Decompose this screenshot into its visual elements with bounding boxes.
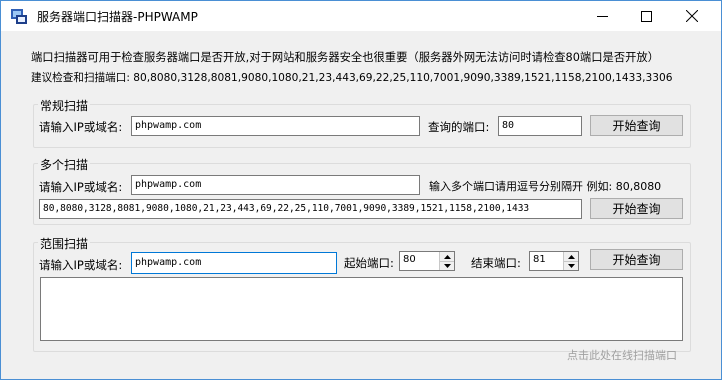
multi-scan-button[interactable]: 开始查询 <box>590 198 683 219</box>
app-window: 服务器端口扫描器-PHPWAMP 端口扫描器可用于检查服务器端口是否开放,对于网… <box>0 0 722 380</box>
end-spin-down[interactable] <box>564 261 578 270</box>
minimize-button[interactable] <box>579 1 625 31</box>
range-start-value: 80 <box>403 254 416 265</box>
spin-up-icon <box>567 254 575 259</box>
spin-up-icon <box>443 254 451 259</box>
intro-line-2: 建议检查和扫描端口: 80,8080,3128,8081,9080,1080,2… <box>31 72 673 84</box>
multi-hint: 输入多个端口请用逗号分别隔开 例如: 80,8080 <box>429 180 662 193</box>
range-host-input[interactable]: phpwamp.com <box>131 252 337 274</box>
range-host-label: 请输入IP或域名: <box>39 258 123 272</box>
single-port-label: 查询的端口: <box>428 120 490 134</box>
range-end-label: 结束端口: <box>471 256 521 270</box>
multi-scan-legend: 多个扫描 <box>38 156 91 173</box>
app-icon <box>11 9 27 24</box>
range-results-area[interactable] <box>40 277 683 341</box>
range-scan-button[interactable]: 开始查询 <box>590 249 683 270</box>
multi-host-label: 请输入IP或域名: <box>39 180 123 194</box>
single-host-input[interactable]: phpwamp.com <box>131 116 420 136</box>
single-host-label: 请输入IP或域名: <box>39 120 123 134</box>
close-icon <box>686 10 698 22</box>
intro-line-1: 端口扫描器可用于检查服务器端口是否开放,对于网站和服务器安全也很重要（服务器外网… <box>31 51 660 64</box>
range-scan-legend: 范围扫描 <box>38 235 91 252</box>
close-button[interactable] <box>669 1 715 31</box>
multi-ports-input[interactable]: 80,8080,3128,8081,9080,1080,21,23,443,69… <box>39 199 582 219</box>
single-scan-button[interactable]: 开始查询 <box>590 115 683 136</box>
online-scan-link[interactable]: 点击此处在线扫描端口 <box>567 347 677 363</box>
range-end-stepper[interactable]: 81 <box>529 251 579 271</box>
range-start-stepper[interactable]: 80 <box>399 251 455 271</box>
minimize-icon <box>596 15 608 17</box>
start-spin-down[interactable] <box>440 261 454 270</box>
title-bar[interactable]: 服务器端口扫描器-PHPWAMP <box>1 1 721 31</box>
window-title: 服务器端口扫描器-PHPWAMP <box>37 10 198 24</box>
maximize-icon <box>640 10 652 22</box>
range-end-value: 81 <box>533 254 546 265</box>
spin-down-icon <box>443 263 451 268</box>
multi-host-input[interactable]: phpwamp.com <box>131 175 420 195</box>
maximize-button[interactable] <box>623 1 669 31</box>
single-port-input[interactable]: 80 <box>498 116 582 136</box>
single-scan-legend: 常规扫描 <box>38 97 91 114</box>
spin-down-icon <box>567 263 575 268</box>
range-start-label: 起始端口: <box>344 256 394 270</box>
